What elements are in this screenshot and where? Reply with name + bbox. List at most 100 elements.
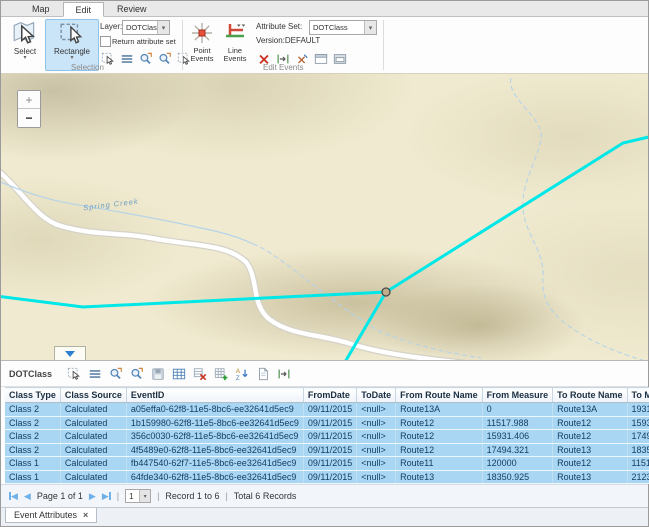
table-cell[interactable]: Calculated (60, 416, 126, 430)
tab-map[interactable]: Map (19, 1, 63, 16)
table-cell[interactable]: Calculated (60, 443, 126, 457)
window-icon[interactable] (313, 51, 328, 66)
layer-dropdown[interactable]: DOTClass ▾ (122, 20, 170, 35)
table-cell[interactable]: Class 2 (5, 403, 60, 417)
table-cell[interactable]: 18350.925 (482, 470, 553, 484)
table-row[interactable]: Class 1Calculatedfb447540-62f7-11e5-8bc6… (5, 457, 649, 471)
return-attribute-checkbox[interactable] (100, 36, 111, 47)
table-cell[interactable]: 09/11/2015 (303, 470, 356, 484)
table-cell[interactable]: Class 2 (5, 430, 60, 444)
table-row[interactable]: Class 2Calculated1b159980-62f8-11e5-8bc6… (5, 416, 649, 430)
table-cell[interactable]: a05effa0-62f8-11e5-8bc6-ee32641d5ec9 (126, 403, 303, 417)
page-number-dropdown[interactable]: 1 ▾ (125, 489, 151, 503)
line-events-button[interactable]: Line Events (220, 21, 250, 63)
table-cell[interactable]: fb447540-62f7-11e5-8bc6-ee32641d5ec9 (126, 457, 303, 471)
previous-page-button[interactable]: ◀ (24, 491, 31, 502)
table-cell[interactable]: Route12 (553, 457, 627, 471)
table-cell[interactable]: <null> (357, 457, 396, 471)
chevron-down-icon[interactable]: ▾ (157, 21, 169, 34)
first-page-button[interactable]: ◀ (9, 491, 18, 502)
route-line[interactable] (1, 292, 386, 307)
table-cell[interactable]: 0 (482, 403, 553, 417)
arrow-between-bars-icon[interactable] (276, 366, 291, 381)
table-cell[interactable]: 15931.406 (482, 430, 553, 444)
table-cell[interactable]: <null> (357, 416, 396, 430)
table-cell[interactable]: 17494.321 (627, 430, 649, 444)
table-cell[interactable]: 18350.925 (627, 443, 649, 457)
table-cell[interactable]: 120000 (482, 457, 553, 471)
column-header[interactable]: ToDate (357, 388, 396, 403)
table-cell[interactable]: 356c0030-62f8-11e5-8bc6-ee32641d5ec9 (126, 430, 303, 444)
attribute-set-dropdown[interactable]: DOTClass ▾ (309, 20, 377, 35)
table-cell[interactable]: 1b159980-62f8-11e5-8bc6-ee32641d5ec9 (126, 416, 303, 430)
column-header[interactable]: FromDate (303, 388, 356, 403)
column-header[interactable]: EventID (126, 388, 303, 403)
table-cell[interactable]: 11517.988 (627, 457, 649, 471)
table-cell[interactable]: <null> (357, 403, 396, 417)
floppy-disk-icon[interactable] (150, 366, 165, 381)
table-cell[interactable]: Route12 (553, 430, 627, 444)
table-cell[interactable]: Route13 (553, 470, 627, 484)
table-cell[interactable]: Class 1 (5, 470, 60, 484)
tab-edit[interactable]: Edit (63, 2, 105, 17)
menu-lines-icon[interactable] (119, 51, 134, 66)
last-page-button[interactable]: ▶ (102, 491, 111, 502)
table-cell[interactable]: 09/11/2015 (303, 457, 356, 471)
column-header[interactable]: To Route Name (553, 388, 627, 403)
sort-az-icon[interactable] (234, 366, 249, 381)
table-cell[interactable]: 17494.321 (482, 443, 553, 457)
chevron-down-icon[interactable]: ▾ (364, 21, 376, 34)
column-header[interactable]: Class Source (60, 388, 126, 403)
table-cell[interactable]: 21231.919 (627, 470, 649, 484)
table-cell[interactable]: <null> (357, 443, 396, 457)
table-cell[interactable]: 09/11/2015 (303, 403, 356, 417)
panel-collapse-button[interactable] (54, 346, 86, 360)
table-cell[interactable]: Class 1 (5, 457, 60, 471)
table-cell[interactable]: Route13 (553, 443, 627, 457)
magnifier-arrow-icon[interactable] (108, 366, 123, 381)
tab-review[interactable]: Review (104, 1, 160, 16)
table-cell[interactable]: 09/11/2015 (303, 430, 356, 444)
table-row[interactable]: Class 2Calculated4f5489e0-62f8-11e5-8bc6… (5, 443, 649, 457)
zoom-out-button[interactable]: − (18, 109, 40, 127)
column-header[interactable]: From Route Name (396, 388, 483, 403)
table-green-plus-icon[interactable] (213, 366, 228, 381)
table-cell[interactable]: Calculated (60, 457, 126, 471)
zoom-in-button[interactable]: + (18, 91, 40, 109)
page-icon[interactable] (255, 366, 270, 381)
table-cell[interactable]: Route12 (553, 416, 627, 430)
tab-event-attributes[interactable]: Event Attributes × (5, 508, 97, 523)
table-cell[interactable]: Calculated (60, 430, 126, 444)
map-canvas[interactable]: Spring Creek + − (1, 74, 648, 360)
table-cell[interactable]: <null> (357, 470, 396, 484)
table-cell[interactable]: Class 2 (5, 416, 60, 430)
table-cell[interactable]: Calculated (60, 403, 126, 417)
table-cell[interactable]: Route11 (396, 457, 483, 471)
route-junction-marker[interactable] (382, 288, 390, 296)
table-cell[interactable]: Route12 (396, 430, 483, 444)
table-cell[interactable]: Route13 (396, 470, 483, 484)
route-line[interactable] (386, 136, 648, 292)
table-cell[interactable]: Class 2 (5, 443, 60, 457)
next-page-button[interactable]: ▶ (89, 491, 96, 502)
table-cell[interactable]: 4f5489e0-62f8-11e5-8bc6-ee32641d5ec9 (126, 443, 303, 457)
table-cell[interactable]: 11517.988 (482, 416, 553, 430)
table-cell[interactable]: 09/11/2015 (303, 443, 356, 457)
table-row[interactable]: Class 1Calculated64fde340-62f8-11e5-8bc6… (5, 470, 649, 484)
column-header[interactable]: From Measure (482, 388, 553, 403)
table-cell[interactable]: Calculated (60, 470, 126, 484)
menu-lines-icon[interactable] (87, 366, 102, 381)
magnifier-page-icon[interactable] (129, 366, 144, 381)
table-cell[interactable]: 09/11/2015 (303, 416, 356, 430)
point-events-button[interactable]: Point Events (187, 21, 217, 63)
close-icon[interactable]: × (83, 510, 88, 520)
pointer-box-icon[interactable] (66, 366, 81, 381)
table-cell[interactable]: Route13A (553, 403, 627, 417)
table-cell[interactable]: 19313.774 (627, 403, 649, 417)
table-cell[interactable]: 15931.406 (627, 416, 649, 430)
table-cell[interactable]: Route13A (396, 403, 483, 417)
table-row[interactable]: Class 2Calculateda05effa0-62f8-11e5-8bc6… (5, 403, 649, 417)
window-grid-icon[interactable] (332, 51, 347, 66)
column-header[interactable]: To Measure (627, 388, 649, 403)
table-row[interactable]: Class 2Calculated356c0030-62f8-11e5-8bc6… (5, 430, 649, 444)
